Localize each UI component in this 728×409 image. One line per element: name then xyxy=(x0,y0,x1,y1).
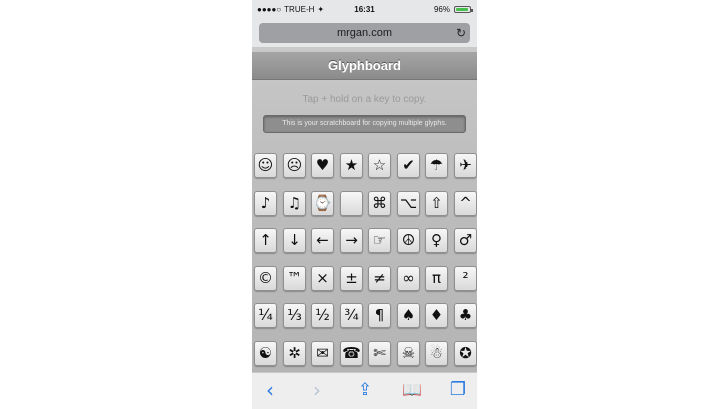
scratchboard-field[interactable]: This is your scratchboard for copying mu… xyxy=(263,115,466,133)
tabs-button[interactable]: ❐ xyxy=(443,378,473,402)
battery-icon xyxy=(454,6,473,13)
glyph-key[interactable]: ⌘ xyxy=(368,191,391,216)
glyph-key[interactable]: ¾ xyxy=(340,303,363,328)
glyph-key[interactable]: × xyxy=(311,266,334,291)
glyph-key[interactable]: ✄ xyxy=(368,341,391,366)
glyph-key[interactable]: ☆ xyxy=(368,153,391,178)
glyph-key[interactable]: ⌚ xyxy=(311,191,334,216)
page-title: Glyphboard xyxy=(252,52,477,80)
battery-percent: 96% xyxy=(433,5,450,14)
glyph-key[interactable]: ☂ xyxy=(425,153,448,178)
status-right: 96% xyxy=(433,5,473,14)
address-bar-area: mrgan.com ↻ xyxy=(252,20,477,47)
glyph-key[interactable]: ♂ xyxy=(454,228,477,253)
glyph-key[interactable]: ♥ xyxy=(311,153,334,178)
glyph-key[interactable]: ← xyxy=(311,228,334,253)
glyph-key[interactable]: ♪ xyxy=(254,191,277,216)
web-content: Glyphboard Tap + hold on a key to copy. … xyxy=(252,47,477,372)
address-bar[interactable]: mrgan.com ↻ xyxy=(259,23,470,43)
glyph-key[interactable]: ⅓ xyxy=(283,303,306,328)
glyph-key[interactable]: ↓ xyxy=(283,228,306,253)
glyph-key[interactable]: ☹ xyxy=(283,153,306,178)
bookmarks-button[interactable]: 📖 xyxy=(397,378,427,402)
glyph-key[interactable]: ♣ xyxy=(454,303,477,328)
glyph-key[interactable]: ✔ xyxy=(397,153,420,178)
reload-icon[interactable]: ↻ xyxy=(456,25,466,41)
glyph-key[interactable]: ✲ xyxy=(283,341,306,366)
glyph-key[interactable]: ♀ xyxy=(425,228,448,253)
glyph-key[interactable]: ⌥ xyxy=(397,191,420,216)
status-bar: ●●●●○ TRUE-H ✦ 16:31 96% xyxy=(252,0,477,20)
glyph-key[interactable]: ± xyxy=(340,266,363,291)
glyph-key[interactable]: ↑ xyxy=(254,228,277,253)
glyph-key[interactable]: ≠ xyxy=(368,266,391,291)
glyph-key[interactable]: ☮ xyxy=(397,228,420,253)
glyph-key[interactable]: ⇧ xyxy=(425,191,448,216)
glyph-key[interactable]: ^ xyxy=(454,191,477,216)
glyph-key[interactable]: ☃ xyxy=(425,341,448,366)
glyph-key[interactable]: ∞ xyxy=(397,266,420,291)
glyph-key[interactable]: π xyxy=(425,266,448,291)
glyph-key[interactable]: ★ xyxy=(340,153,363,178)
phone-screen: ●●●●○ TRUE-H ✦ 16:31 96% mrgan.com ↻ Gly… xyxy=(252,0,477,409)
glyph-key[interactable]: → xyxy=(340,228,363,253)
glyph-key[interactable]: ² xyxy=(454,266,477,291)
glyph-key[interactable]: ✈ xyxy=(454,153,477,178)
glyph-key[interactable] xyxy=(340,191,363,216)
browser-toolbar: ‹ › ⇪ 📖 ❐ xyxy=(252,372,477,409)
glyph-key[interactable]: ™ xyxy=(283,266,306,291)
share-button[interactable]: ⇪ xyxy=(350,378,380,402)
glyph-key[interactable]: ☞ xyxy=(368,228,391,253)
hint-text: Tap + hold on a key to copy. xyxy=(302,94,427,105)
forward-button[interactable]: › xyxy=(302,378,332,402)
glyph-key[interactable]: ☯ xyxy=(254,341,277,366)
back-button[interactable]: ‹ xyxy=(255,378,285,402)
glyph-key[interactable]: ¼ xyxy=(254,303,277,328)
glyph-key[interactable]: ¶ xyxy=(368,303,391,328)
glyph-key[interactable]: ☎ xyxy=(340,341,363,366)
glyph-key[interactable]: ½ xyxy=(311,303,334,328)
glyph-key[interactable]: ♠ xyxy=(397,303,420,328)
glyph-key[interactable]: ♫ xyxy=(283,191,306,216)
battery-fill xyxy=(456,8,469,11)
glyph-key[interactable]: ☠ xyxy=(397,341,420,366)
glyph-key[interactable]: ✪ xyxy=(454,341,477,366)
glyph-key[interactable]: ✉ xyxy=(311,341,334,366)
glyph-key[interactable]: ♦ xyxy=(425,303,448,328)
glyph-key[interactable]: ☺ xyxy=(254,153,277,178)
url-text: mrgan.com xyxy=(336,27,393,39)
glyph-key[interactable]: © xyxy=(254,266,277,291)
